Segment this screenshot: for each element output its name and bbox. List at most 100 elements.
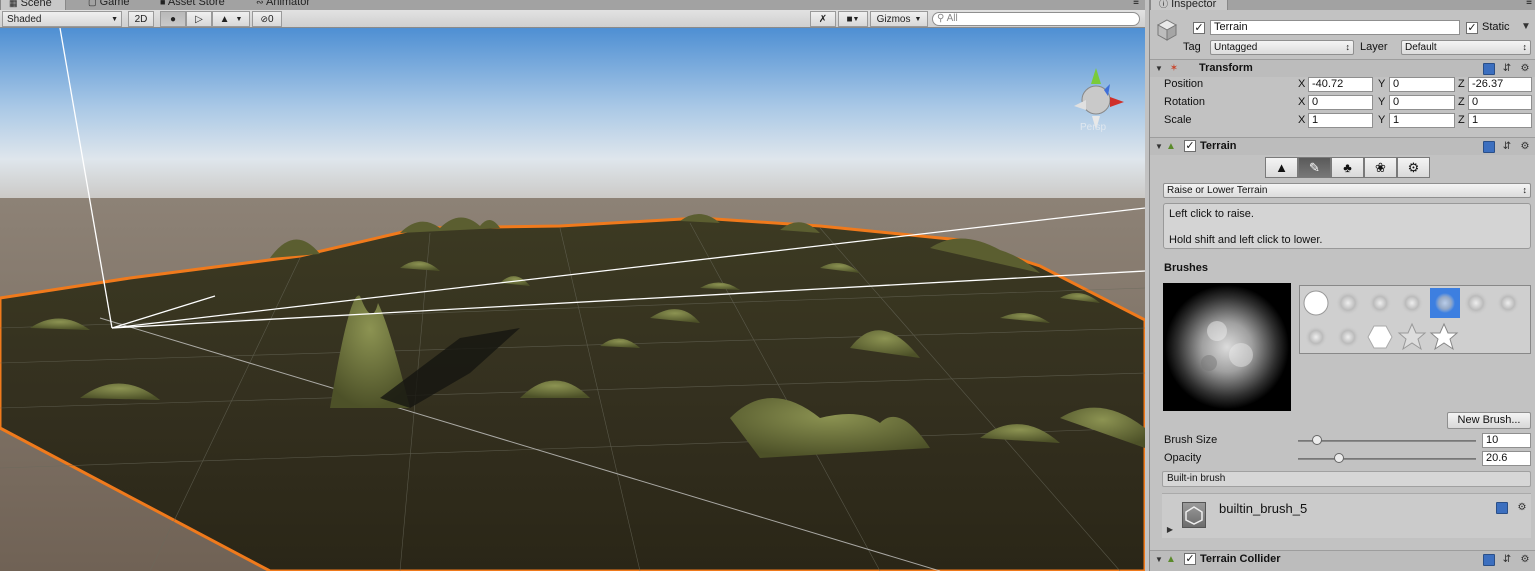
scene-viewport[interactable]: Persp (0, 28, 1145, 571)
axis-x-label: X (1298, 78, 1306, 90)
terrain-settings-tool[interactable]: ⚙ (1397, 157, 1430, 178)
scale-y-field[interactable]: 1 (1389, 113, 1455, 128)
paint-texture-tool[interactable]: ✎ (1298, 157, 1331, 178)
brush-preview (1163, 283, 1291, 411)
camera-dropdown[interactable]: ■ ▼ (838, 11, 868, 27)
position-y-field[interactable]: 0 (1389, 77, 1455, 92)
brush-blob[interactable] (1337, 326, 1359, 348)
brushes-label: Brushes (1164, 262, 1209, 274)
opacity-field[interactable]: 20.6 (1482, 451, 1531, 466)
brush-cloud[interactable] (1464, 291, 1488, 315)
terrain-tool-dropdown[interactable]: Raise or Lower Terrain (1163, 183, 1531, 198)
help-icon[interactable] (1483, 141, 1495, 153)
rotation-y-field[interactable]: 0 (1389, 95, 1455, 110)
transform-icon: ✶ (1169, 63, 1179, 74)
brush-hexagon[interactable] (1367, 325, 1393, 349)
scale-x-field[interactable]: 1 (1308, 113, 1373, 128)
position-x-field[interactable]: -40.72 (1308, 77, 1373, 92)
raise-terrain-tool[interactable]: ▲ (1265, 157, 1298, 178)
tab-scene-label: Scene (20, 0, 52, 9)
foldout-arrow-icon[interactable]: ▼ (1153, 141, 1165, 153)
opacity-track[interactable] (1298, 458, 1476, 460)
preset-icon[interactable]: ⇵ (1501, 141, 1513, 153)
panel-menu-icon[interactable]: ≡ (1133, 0, 1139, 8)
terrain-collider-header[interactable]: ▼ ▲ ✓ Terrain Collider ⇵ ⚙ (1150, 550, 1535, 571)
dropdown-arrow-icon: ▼ (235, 15, 243, 23)
layer-dropdown[interactable]: Default (1401, 40, 1531, 55)
paint-details-tool[interactable]: ❀ (1364, 157, 1397, 178)
effects-dropdown[interactable]: ▲ ▼ (212, 11, 250, 27)
collider-enabled-checkbox[interactable]: ✓ (1184, 553, 1196, 565)
position-z-field[interactable]: -26.37 (1468, 77, 1532, 92)
lighting-toggle[interactable]: ● (160, 11, 186, 27)
tab-game-label: Game (99, 0, 130, 8)
opacity-label: Opacity (1164, 452, 1202, 464)
brush-scatter[interactable] (1305, 326, 1327, 348)
tab-animator[interactable]: ∾ Animator (248, 0, 338, 10)
shading-mode-dropdown[interactable]: Shaded ▼ (2, 11, 122, 27)
brush-splatter[interactable] (1497, 292, 1519, 314)
foldout-arrow-icon[interactable]: ▶ (1164, 524, 1176, 536)
help-icon[interactable] (1483, 63, 1495, 75)
brush-soft-ring[interactable] (1336, 291, 1360, 315)
new-brush-button[interactable]: New Brush... (1447, 412, 1531, 429)
tab-inspector[interactable]: ⓘ Inspector (1150, 0, 1228, 10)
rotation-z-field[interactable]: 0 (1468, 95, 1532, 110)
brush-noise[interactable] (1401, 292, 1423, 314)
panel-menu-icon[interactable]: ≡ (1526, 0, 1532, 8)
static-checkbox[interactable]: ✓ (1466, 22, 1478, 34)
terrain-header[interactable]: ▼ ▲ ✓ Terrain ⇵ ⚙ (1150, 137, 1535, 155)
search-placeholder: All (946, 13, 958, 24)
tree-icon: ♣ (1343, 160, 1352, 175)
brush-size-track[interactable] (1298, 440, 1476, 442)
active-checkbox[interactable]: ✓ (1193, 22, 1205, 34)
unity-asset-icon (1182, 502, 1206, 528)
scale-z-field[interactable]: 1 (1468, 113, 1532, 128)
tab-scene[interactable]: ▦ Scene (0, 0, 66, 10)
tab-asset-store-label: Asset Store (167, 0, 225, 8)
tab-animator-label: Animator (266, 0, 311, 8)
preset-icon[interactable]: ⇵ (1501, 554, 1513, 566)
brush-size-slider-knob[interactable] (1312, 435, 1323, 445)
mountain-up-icon: ▲ (1275, 160, 1288, 175)
foldout-arrow-icon[interactable]: ▼ (1153, 63, 1165, 75)
preset-icon[interactable]: ⇵ (1501, 63, 1513, 75)
tag-dropdown[interactable]: Untagged (1210, 40, 1354, 55)
terrain-scene-render (0, 28, 1145, 571)
builtin-brush-label: Built-in brush (1162, 471, 1531, 487)
place-trees-tool[interactable]: ♣ (1331, 157, 1364, 178)
gear-icon[interactable]: ⚙ (1516, 502, 1528, 514)
sky (0, 28, 1145, 203)
rotation-x-field[interactable]: 0 (1308, 95, 1373, 110)
brush-size-field[interactable]: 10 (1482, 433, 1531, 448)
audio-toggle[interactable]: ▷ (186, 11, 212, 27)
brush-star-soft[interactable] (1397, 322, 1427, 351)
toggle-2d-button[interactable]: 2D (128, 11, 154, 27)
foldout-arrow-icon[interactable]: ▼ (1153, 554, 1165, 566)
gizmos-dropdown[interactable]: Gizmos ▼ (870, 11, 928, 27)
gear-icon: ⚙ (1407, 159, 1420, 175)
terrain-enabled-checkbox[interactable]: ✓ (1184, 140, 1196, 152)
help-icon[interactable] (1483, 554, 1495, 566)
help-icon[interactable] (1496, 502, 1508, 514)
animator-icon: ∾ (256, 0, 264, 7)
tools-button[interactable]: ✗ (810, 11, 836, 27)
opacity-slider-knob[interactable] (1333, 453, 1344, 463)
brush-soft-round[interactable] (1369, 292, 1391, 314)
tab-game[interactable]: ▢ Game (80, 0, 150, 10)
scene-search-input[interactable]: ⚲ All (932, 12, 1140, 26)
brush-star[interactable] (1429, 322, 1459, 351)
static-dropdown-icon[interactable]: ▼ (1520, 21, 1532, 33)
object-name-field[interactable]: Terrain (1210, 20, 1460, 35)
gear-icon[interactable]: ⚙ (1519, 141, 1531, 153)
terrain-collider-icon: ▲ (1166, 554, 1176, 565)
gear-icon[interactable]: ⚙ (1519, 554, 1531, 566)
projection-label[interactable]: Persp (1080, 122, 1106, 133)
gear-icon[interactable]: ⚙ (1519, 63, 1531, 75)
hidden-objects-toggle[interactable]: ⊘ 0 (252, 11, 282, 27)
shading-mode-label: Shaded (7, 13, 42, 25)
tab-asset-store[interactable]: ■ Asset Store (152, 0, 248, 10)
transform-header[interactable]: ▼ ✶ Transform ⇵ ⚙ (1150, 59, 1535, 77)
brush-hard-round[interactable] (1303, 290, 1329, 316)
axis-z-label: Z (1458, 114, 1465, 126)
